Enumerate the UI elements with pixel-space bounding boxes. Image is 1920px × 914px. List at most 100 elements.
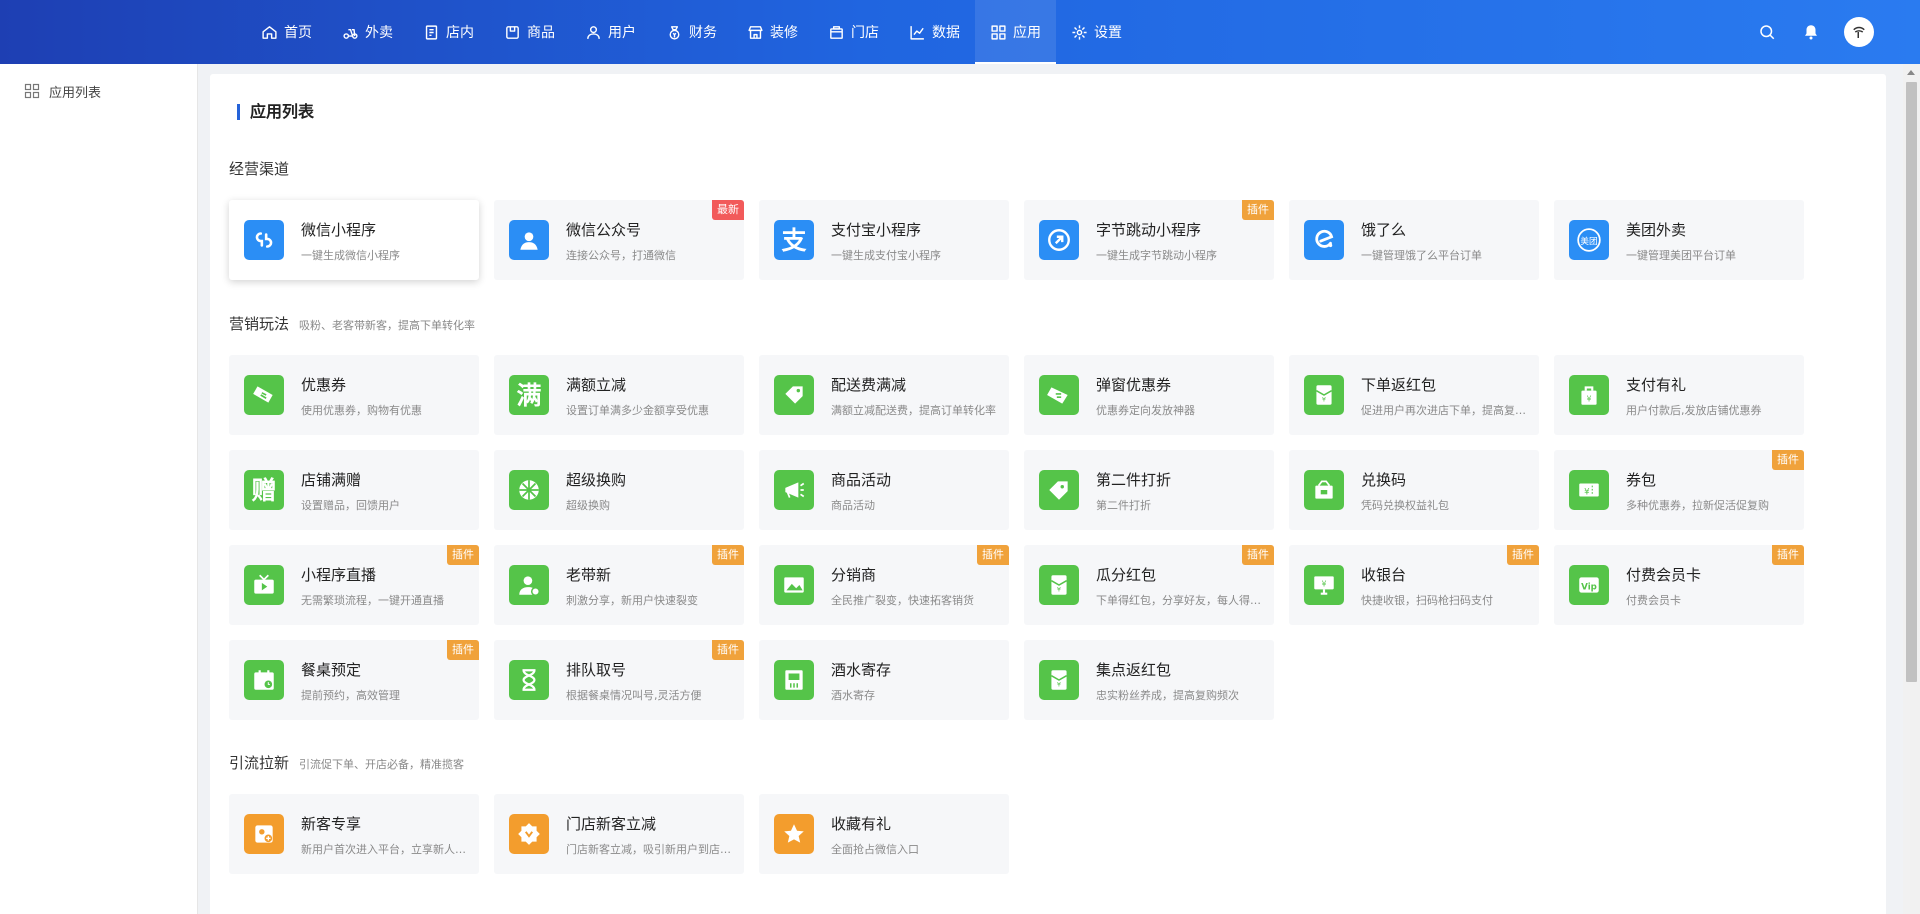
app-description: 一键生成字节跳动小程序 (1096, 249, 1217, 262)
nav-item-0[interactable]: 首页 (246, 0, 327, 64)
app-card[interactable]: Vip 付费会员卡 付费会员卡 插件 (1554, 545, 1804, 625)
chart-line-icon (910, 25, 924, 40)
app-description: 全面抢占微信入口 (831, 843, 919, 856)
megaphone-icon (774, 470, 814, 510)
app-name: 餐桌预定 (301, 661, 362, 679)
apps-icon (24, 83, 40, 99)
redeem-code-icon (1304, 470, 1344, 510)
nav-item-2[interactable]: 店内 (408, 0, 489, 64)
app-name: 饿了么 (1361, 221, 1407, 239)
app-description: 付费会员卡 (1626, 594, 1681, 607)
app-card[interactable]: ¥ 支付有礼 用户付款后,发放店铺优惠券 (1554, 355, 1804, 435)
svg-text:Vip: Vip (1581, 582, 1597, 592)
plugin-badge: 插件 (447, 545, 479, 565)
vip-card-icon: Vip (1569, 565, 1609, 605)
app-description: 下单得红包，分享好友，每人得红包 (1096, 594, 1266, 607)
icon-glyph: 满 (516, 380, 542, 410)
note-icon (425, 24, 438, 40)
nav-item-4[interactable]: 用户 (570, 0, 651, 64)
app-card[interactable]: ¥ 下单返红包 促进用户再次进店下单，提高复购率 (1289, 355, 1539, 435)
page-scrollbar[interactable] (1903, 64, 1920, 914)
points-red-packet-icon: ¥ (1039, 660, 1079, 700)
app-name: 排队取号 (566, 661, 627, 679)
app-card[interactable]: 门店新客立减 门店新客立减，吸引新用户到店消费 (494, 794, 744, 874)
nav-item-6[interactable]: 装修 (732, 0, 813, 64)
plugin-badge: 插件 (1772, 450, 1804, 470)
page-title: 应用列表 (237, 104, 314, 120)
app-description: 快捷收银，扫码枪扫码支付 (1361, 594, 1493, 607)
app-description: 一键管理饿了么平台订单 (1361, 249, 1482, 262)
nav-item-3[interactable]: 商品 (489, 0, 570, 64)
app-name: 老带新 (566, 566, 612, 584)
app-card[interactable]: 饿了么一键管理饿了么平台订单 (1289, 200, 1539, 280)
nav-item-10[interactable]: 设置 (1056, 0, 1137, 64)
app-name: 店铺满赠 (301, 471, 362, 489)
app-card[interactable]: 赠 店铺满赠 设置赠品，回馈用户 (229, 450, 479, 530)
app-card[interactable]: 美团 美团外卖 一键管理美团平台订单 (1554, 200, 1804, 280)
app-name: 微信小程序 (301, 221, 377, 239)
app-card[interactable]: ¥ 集点返红包 忠实粉丝养成，提高复购频次 (1024, 640, 1274, 720)
sidebar-item-app-list[interactable]: 应用列表 (0, 72, 197, 110)
official-account-icon (509, 220, 549, 260)
storage-icon (774, 660, 814, 700)
app-card[interactable]: 商品活动 商品活动 (759, 450, 1009, 530)
nav-item-1[interactable]: 外卖 (327, 0, 408, 64)
app-name: 收银台 (1361, 566, 1407, 584)
app-card[interactable]: 微信公众号 连接公众号，打通微信 最新 (494, 200, 744, 280)
nav-item-5[interactable]: 财务 (651, 0, 732, 64)
search-icon[interactable] (1756, 21, 1778, 43)
app-card[interactable]: 优惠券 使用优惠券，购物有优惠 (229, 355, 479, 435)
section-title: 经营渠道 (229, 160, 290, 178)
section-subtitle: 引流促下单、开店必备，精准揽客 (299, 758, 465, 771)
svg-text:¥: ¥ (1057, 681, 1061, 689)
nav-item-label: 用户 (608, 25, 636, 41)
app-card[interactable]: 排队取号 根据餐桌情况叫号,灵活方便 插件 (494, 640, 744, 720)
app-name: 新客专享 (301, 815, 362, 833)
svg-text:¥: ¥ (1587, 395, 1592, 404)
app-card[interactable]: 酒水寄存 酒水寄存 (759, 640, 1009, 720)
app-description: 根据餐桌情况叫号,灵活方便 (566, 689, 702, 702)
app-card[interactable]: 收藏有礼 全面抢占微信入口 (759, 794, 1009, 874)
full-reduction-icon: 满 (509, 375, 549, 415)
app-card[interactable]: 配送费满减 满额立减配送费，提高订单转化率 (759, 355, 1009, 435)
app-card[interactable]: 微信小程序一键生成微信小程序 (229, 200, 479, 280)
app-card[interactable]: ¥ 收银台 快捷收银，扫码枪扫码支付 插件 (1289, 545, 1539, 625)
app-card[interactable]: 超级换购 超级换购 (494, 450, 744, 530)
app-card[interactable]: 兑换码 凭码兑换权益礼包 (1289, 450, 1539, 530)
nav-item-9[interactable]: 应用 (975, 0, 1056, 64)
app-card[interactable]: ¥ 瓜分红包 下单得红包，分享好友，每人得红包 插件 (1024, 545, 1274, 625)
app-card[interactable]: 第二件打折 第二件打折 (1024, 450, 1274, 530)
nav-item-label: 店内 (446, 25, 474, 41)
nav-item-8[interactable]: 数据 (894, 0, 975, 64)
app-card[interactable]: 满 满额立减 设置订单满多少金额享受优惠 (494, 355, 744, 435)
plugin-badge: 插件 (712, 545, 744, 565)
app-card[interactable]: 分销商 全民推广裂变，快速拓客销货 插件 (759, 545, 1009, 625)
avatar[interactable] (1844, 17, 1874, 47)
app-card[interactable]: 餐桌预定 提前预约，高效管理 插件 (229, 640, 479, 720)
notification-bell-icon[interactable] (1800, 21, 1822, 43)
app-description: 一键生成微信小程序 (301, 249, 400, 262)
app-card[interactable]: 字节跳动小程序 一键生成字节跳动小程序 插件 (1024, 200, 1274, 280)
section-marketing: 营销玩法 吸粉、老客带新客，提高下单转化率 优惠券 使用优惠券，购物有优惠满满额立… (229, 313, 1804, 720)
nav-item-label: 商品 (527, 25, 555, 41)
app-card[interactable]: 弹窗优惠券 优惠券定向发放神器 (1024, 355, 1274, 435)
main-panel: 应用列表 经营渠道 微信小程序 一键生成微信小程序 微信公众号 连接公众号，打通微信 最… (210, 74, 1886, 914)
nav-item-label: 首页 (284, 25, 312, 41)
scrollbar-thumb[interactable] (1906, 82, 1917, 682)
plugin-badge: 插件 (977, 545, 1009, 565)
alipay-icon: 支 (774, 220, 814, 260)
app-card[interactable]: 小程序直播 无需繁琐流程，一键开通直播 插件 (229, 545, 479, 625)
app-card[interactable]: 新客专享新用户首次进入平台，立享新人专属优惠 (229, 794, 479, 874)
live-video-icon (244, 565, 284, 605)
top-navigation-bar: 首页 外卖 店内 商品 用户 财务 装修 门店 数据 应用 设置 (0, 0, 1920, 64)
nav-item-label: 门店 (851, 25, 879, 41)
app-card[interactable]: 老带新 刺激分享，新用户快速裂变 插件 (494, 545, 744, 625)
image-icon (774, 565, 814, 605)
scroll-up-arrow-icon[interactable] (1907, 70, 1915, 75)
nav-item-7[interactable]: 门店 (813, 0, 894, 64)
app-card[interactable]: 支 支付宝小程序 一键生成支付宝小程序 (759, 200, 1009, 280)
app-name: 酒水寄存 (831, 661, 892, 679)
app-description: 第二件打折 (1096, 499, 1151, 512)
app-card[interactable]: ¥ 券包 多种优惠券，拉新促活促复购 插件 (1554, 450, 1804, 530)
calendar-icon (244, 660, 284, 700)
